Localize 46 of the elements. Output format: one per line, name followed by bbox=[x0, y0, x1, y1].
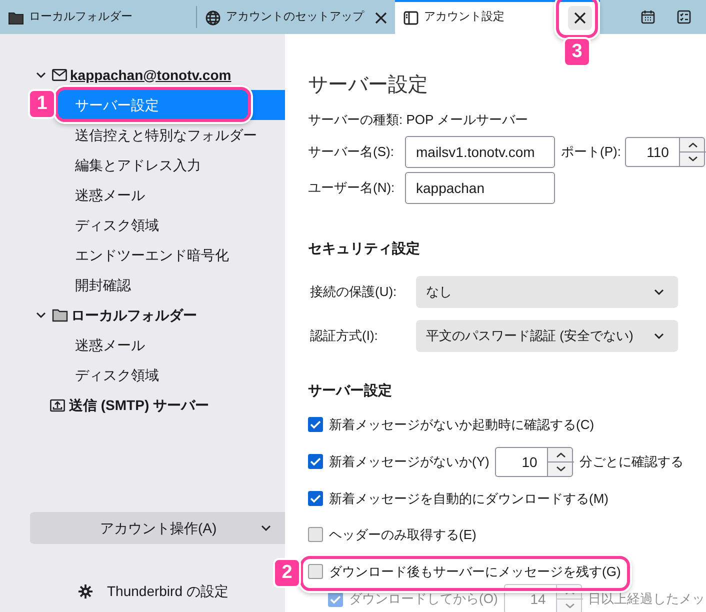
checkbox-label: 新着メッセージがないか起動時に確認する(C) bbox=[329, 416, 594, 434]
field-label: 認証方式(I): bbox=[309, 327, 379, 346]
sidebar-item[interactable]: 迷惑メール bbox=[58, 180, 285, 210]
account-label: kappachan@tonotv.com bbox=[70, 66, 232, 85]
callout-badge: 3 bbox=[563, 37, 591, 67]
tab-label: アカウントのセットアップ bbox=[226, 9, 364, 26]
tab[interactable]: アカウントのセットアップ bbox=[197, 0, 395, 34]
dropdown[interactable]: 平文のパスワード認証 (安全でない) bbox=[416, 320, 678, 352]
field-label: ユーザー名(N): bbox=[308, 179, 396, 198]
port-spinner[interactable]: 110 bbox=[624, 137, 679, 167]
section-heading: セキュリティ設定 bbox=[308, 239, 421, 258]
checkbox-label: ダウンロードしてから(O) bbox=[349, 590, 498, 608]
callout-badge: 2 bbox=[273, 558, 301, 588]
checkbox-label: ダウンロード後もサーバーにメッセージを残す(G) bbox=[329, 562, 621, 581]
server-type-label: サーバーの種類: POP メールサーバー bbox=[308, 111, 530, 128]
field-label: ポート(P): bbox=[561, 143, 621, 162]
tab-label: ローカルフォルダー bbox=[29, 10, 134, 26]
field-label: サーバー名(S): bbox=[308, 143, 395, 162]
tab[interactable]: ローカルフォルダー bbox=[0, 0, 196, 34]
account-label: ローカルフォルダー bbox=[71, 306, 197, 324]
page-title: サーバー設定 bbox=[308, 73, 429, 98]
tab-label: アカウント設定 bbox=[424, 10, 506, 26]
sidebar-item[interactable]: エンドツーエンド暗号化 bbox=[58, 240, 285, 270]
field-label: 接続の保護(U): bbox=[309, 283, 398, 302]
checkbox-label: ヘッダーのみ取得する(E) bbox=[329, 526, 476, 544]
callout-badge: 1 bbox=[28, 89, 56, 119]
sidebar-item[interactable]: ディスク領域 bbox=[58, 360, 285, 390]
sidebar-item[interactable]: 開封確認 bbox=[58, 270, 285, 300]
user-name-field[interactable]: kappachan bbox=[405, 172, 555, 204]
checkbox-label: 新着メッセージがないか(Y) bbox=[329, 452, 490, 471]
settings-link[interactable]: Thunderbird の設定 bbox=[107, 580, 228, 602]
sidebar-item[interactable]: 迷惑メール bbox=[58, 330, 285, 360]
checkbox-label: 分ごとに確認する bbox=[579, 452, 684, 471]
server-name-field[interactable]: mailsv1.tonotv.com bbox=[405, 136, 555, 168]
sidebar-item[interactable]: ディスク領域 bbox=[58, 210, 285, 240]
checkbox-label: 日以上経過したメッ bbox=[588, 590, 705, 608]
minutes-spinner[interactable]: 10 bbox=[495, 446, 548, 476]
dropdown[interactable]: なし bbox=[416, 276, 678, 308]
outgoing-server-label[interactable]: 送信 (SMTP) サーバー bbox=[69, 394, 209, 416]
sidebar-item[interactable]: 編集とアドレス入力 bbox=[58, 150, 285, 180]
sidebar-item[interactable]: 送信控えと特別なフォルダー bbox=[58, 120, 285, 150]
checkbox-label: 新着メッセージを自動的にダウンロードする(M) bbox=[329, 490, 608, 508]
sidebar-item[interactable]: サーバー設定 bbox=[58, 90, 285, 120]
tab[interactable]: アカウント設定 bbox=[395, 0, 600, 34]
account-actions-button[interactable]: アカウント操作(A) bbox=[30, 512, 285, 544]
section-heading: サーバー設定 bbox=[308, 381, 393, 400]
